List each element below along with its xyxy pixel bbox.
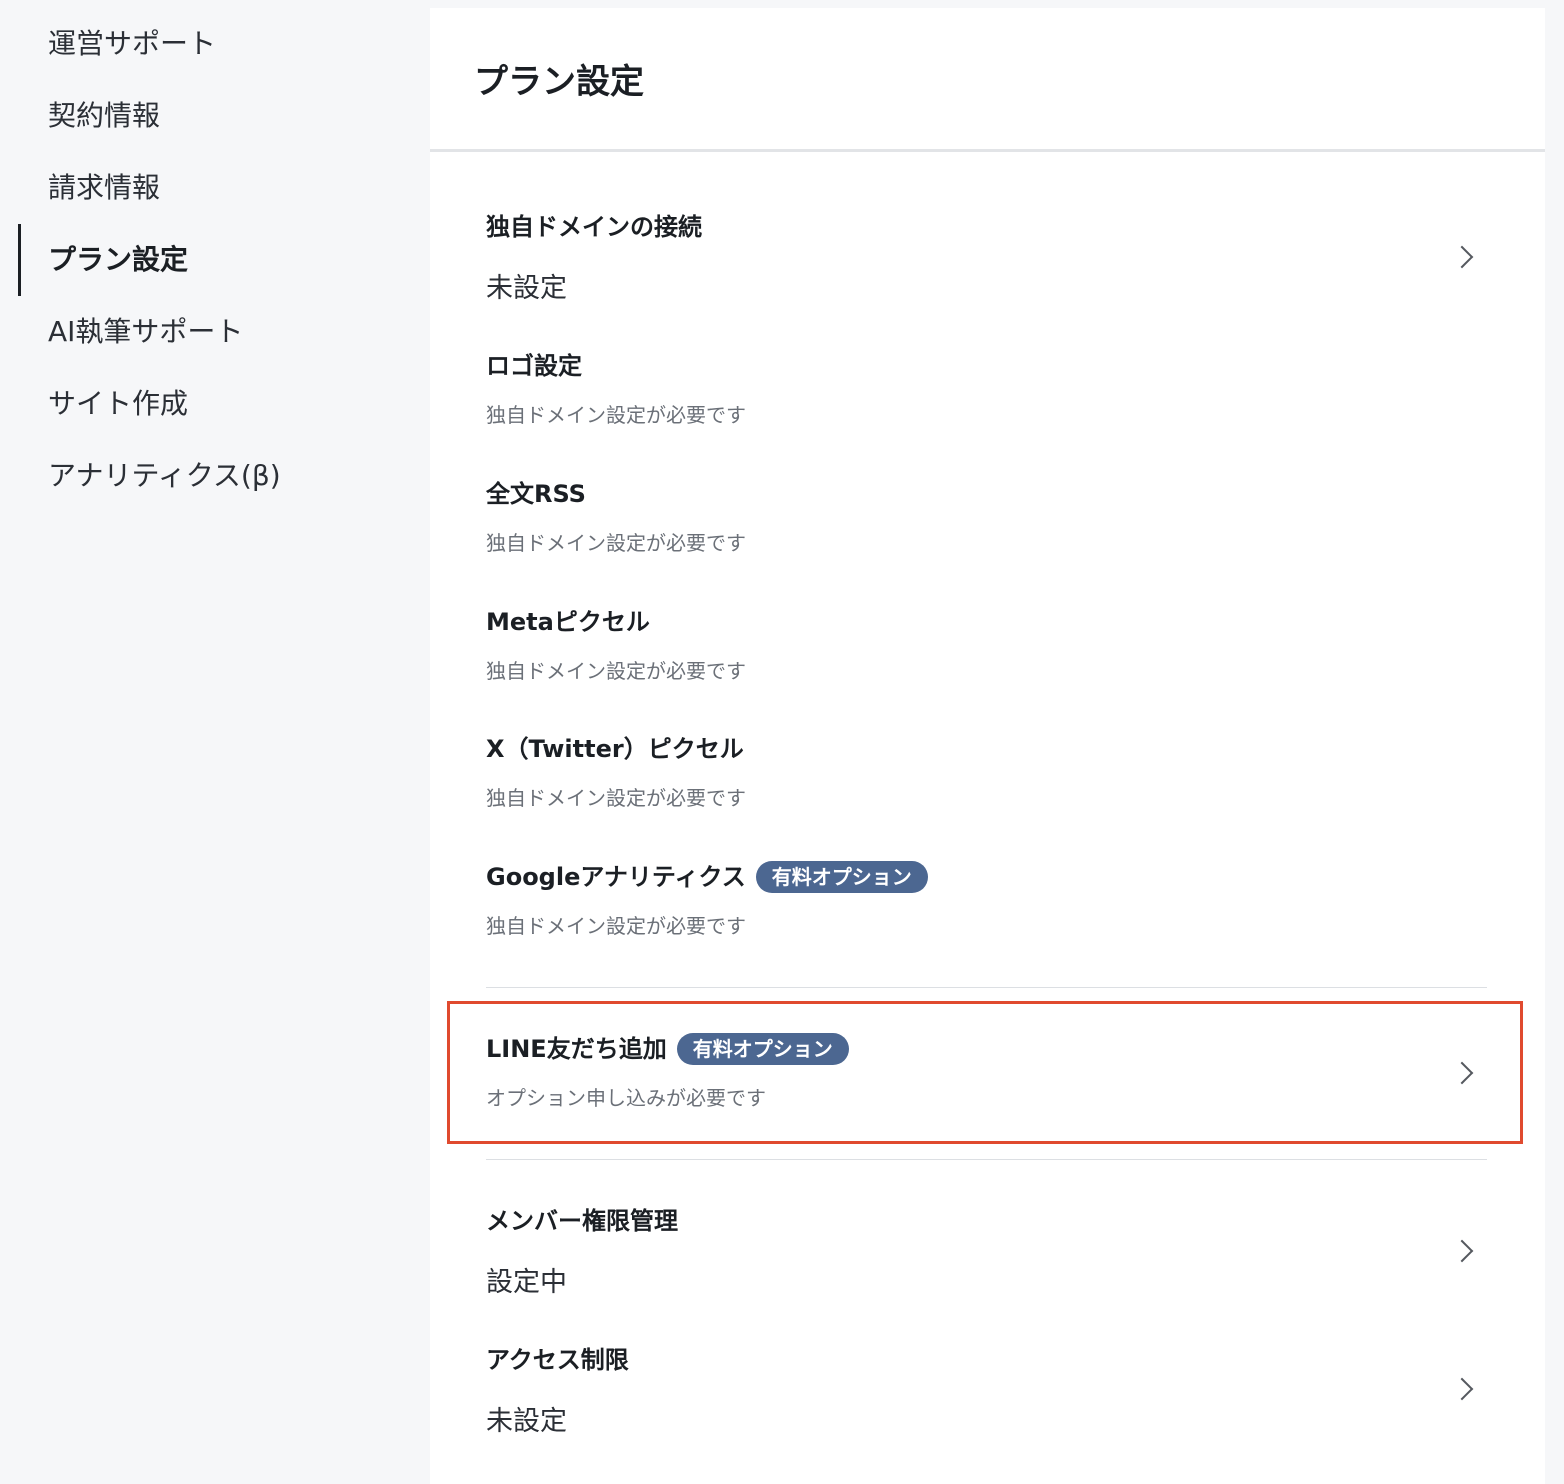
- setting-row-logo: ロゴ設定 独自ドメイン設定が必要です: [486, 349, 1486, 428]
- setting-title: 全文RSS: [486, 477, 1486, 511]
- sidebar-item-operations-support[interactable]: 運営サポート: [48, 8, 216, 80]
- setting-row-meta-pixel: Metaピクセル 独自ドメイン設定が必要です: [486, 605, 1486, 684]
- paid-option-badge: 有料オプション: [676, 1033, 849, 1065]
- setting-row-member-permissions[interactable]: メンバー権限管理 設定中: [486, 1204, 1486, 1299]
- panel-header: プラン設定: [430, 8, 1545, 152]
- sidebar-item-analytics-beta[interactable]: アナリティクス(β): [48, 440, 281, 512]
- setting-title-text: Googleアナリティクス: [486, 863, 746, 891]
- setting-note: 独自ドメイン設定が必要です: [486, 403, 746, 427]
- setting-title: Metaピクセル: [486, 605, 1486, 639]
- sidebar-item-contract-info[interactable]: 契約情報: [48, 80, 160, 152]
- setting-title: LINE友だち追加 有料オプション: [486, 1032, 1486, 1066]
- setting-title-text: アクセス制限: [486, 1346, 629, 1374]
- main-panel: プラン設定 独自ドメインの接続 未設定 ロゴ設定 独自ドメイン設定が必要です 全…: [430, 8, 1545, 1484]
- setting-value: 設定中: [486, 1267, 567, 1298]
- setting-row-x-pixel: X（Twitter）ピクセル 独自ドメイン設定が必要です: [486, 732, 1486, 811]
- section-divider: [486, 987, 1487, 988]
- setting-title-text: X（Twitter）ピクセル: [486, 735, 744, 763]
- setting-title: X（Twitter）ピクセル: [486, 732, 1486, 766]
- setting-title: Googleアナリティクス 有料オプション: [486, 860, 1486, 894]
- setting-title: 独自ドメインの接続: [486, 210, 1486, 244]
- setting-note: 独自ドメイン設定が必要です: [486, 914, 746, 938]
- setting-value: 未設定: [486, 1406, 567, 1437]
- setting-row-full-rss: 全文RSS 独自ドメイン設定が必要です: [486, 477, 1486, 556]
- paid-option-badge: 有料オプション: [755, 861, 928, 893]
- sidebar-item-plan-settings[interactable]: プラン設定: [48, 224, 188, 296]
- page-title: プラン設定: [474, 62, 644, 102]
- setting-row-access-restriction[interactable]: アクセス制限 未設定: [486, 1343, 1486, 1438]
- sidebar-item-site-creation[interactable]: サイト作成: [48, 368, 188, 440]
- sidebar-item-billing-info[interactable]: 請求情報: [48, 152, 160, 224]
- setting-title-text: LINE友だち追加: [486, 1035, 667, 1063]
- setting-title-text: 全文RSS: [486, 480, 586, 508]
- setting-value: 未設定: [486, 273, 567, 304]
- sidebar: 運営サポート 契約情報 請求情報 プラン設定 AI執筆サポート サイト作成 アナ…: [0, 0, 430, 1476]
- setting-title-text: メンバー権限管理: [486, 1207, 678, 1235]
- setting-note: オプション申し込みが必要です: [486, 1086, 766, 1110]
- setting-row-google-analytics: Googleアナリティクス 有料オプション 独自ドメイン設定が必要です: [486, 860, 1486, 939]
- setting-note: 独自ドメイン設定が必要です: [486, 659, 746, 683]
- sidebar-active-indicator: [18, 224, 21, 296]
- setting-row-line-friend-add[interactable]: LINE友だち追加 有料オプション オプション申し込みが必要です: [486, 1032, 1486, 1111]
- setting-title: メンバー権限管理: [486, 1204, 1486, 1238]
- setting-note: 独自ドメイン設定が必要です: [486, 786, 746, 810]
- setting-title-text: 独自ドメインの接続: [486, 213, 702, 241]
- setting-row-custom-domain[interactable]: 独自ドメインの接続 未設定: [486, 210, 1486, 305]
- setting-title: アクセス制限: [486, 1343, 1486, 1377]
- setting-title: ロゴ設定: [486, 349, 1486, 383]
- setting-title-text: ロゴ設定: [486, 352, 582, 380]
- setting-title-text: Metaピクセル: [486, 608, 650, 636]
- sidebar-item-ai-writing-support[interactable]: AI執筆サポート: [48, 296, 243, 368]
- section-divider: [486, 1159, 1487, 1160]
- setting-note: 独自ドメイン設定が必要です: [486, 531, 746, 555]
